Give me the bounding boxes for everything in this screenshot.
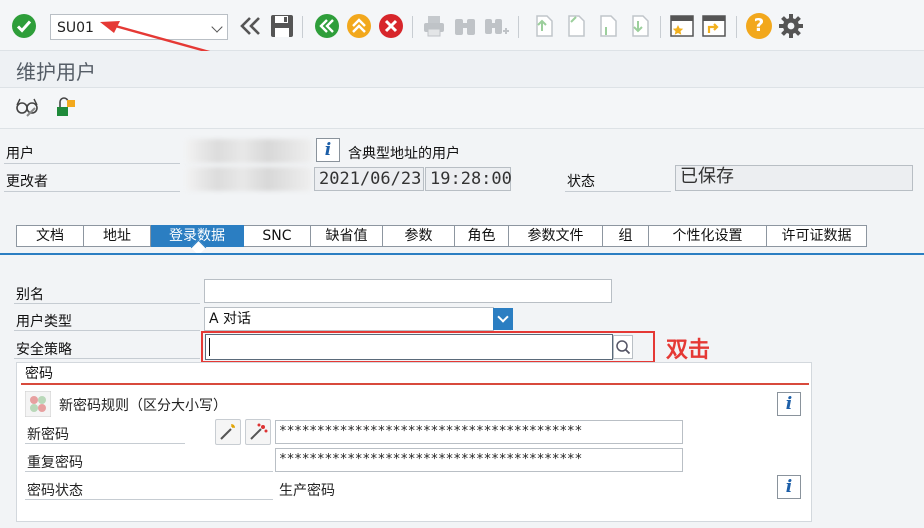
page-title: 维护用户 (16, 60, 96, 84)
password-status-info-button[interactable]: i (777, 475, 801, 499)
tab-roles[interactable]: 角色 (455, 225, 509, 247)
security-policy-label: 安全策略 (16, 342, 72, 358)
changed-by-label: 更改者 (6, 174, 48, 190)
repeat-password-label: 重复密码 (27, 455, 83, 471)
user-description: 含典型地址的用户 (348, 146, 460, 162)
password-status-value: 生产密码 (279, 483, 335, 499)
tab-address[interactable]: 地址 (84, 225, 151, 247)
tab-snc[interactable]: SNC (244, 225, 311, 247)
tab-documentation[interactable]: 文档 (16, 225, 84, 247)
repeat-password-input[interactable]: **************************************** (275, 448, 683, 472)
user-type-dropdown-button[interactable] (493, 308, 513, 330)
changed-by-redacted (186, 167, 312, 191)
info-button[interactable]: i (316, 138, 340, 162)
chevron-down-icon (497, 311, 509, 323)
info-icon: i (785, 477, 793, 497)
annotation-highlight-box (201, 331, 655, 363)
application-toolbar (0, 88, 924, 129)
user-type-select[interactable]: A 对话 (204, 307, 494, 331)
info-icon: i (785, 394, 793, 414)
password-rules-icon[interactable] (25, 391, 51, 417)
lock-unlock-icon[interactable] (53, 96, 77, 118)
password-info-button[interactable]: i (777, 392, 801, 416)
deactivate-password-button[interactable] (245, 419, 271, 445)
new-password-label: 新密码 (27, 427, 69, 443)
tab-defaults[interactable]: 缺省值 (311, 225, 383, 247)
tab-logon-data[interactable]: 登录数据 (151, 225, 244, 247)
info-icon: i (324, 140, 332, 160)
alias-input[interactable] (204, 279, 612, 303)
password-group-title: 密码 (25, 366, 53, 382)
new-password-input[interactable]: **************************************** (275, 420, 683, 444)
tab-license-data[interactable]: 许可证数据 (767, 225, 867, 247)
tab-profiles[interactable]: 参数文件 (509, 225, 603, 247)
tab-parameters[interactable]: 参数 (383, 225, 455, 247)
changed-time: 19:28:00 (425, 167, 512, 191)
user-label: 用户 (6, 146, 34, 162)
changed-date: 2021/06/23 (314, 167, 424, 191)
password-status-label: 密码状态 (27, 483, 83, 499)
status-label: 状态 (567, 174, 595, 190)
title-bar: 维护用户 (0, 51, 924, 88)
user-type-label: 用户类型 (16, 314, 72, 330)
magic-wand-icon (220, 424, 235, 440)
display-change-glasses-icon[interactable] (15, 96, 39, 118)
magic-wand-red-icon (250, 423, 268, 440)
generate-password-button[interactable] (215, 419, 241, 445)
tab-groups[interactable]: 组 (603, 225, 649, 247)
tab-personalization[interactable]: 个性化设置 (649, 225, 767, 247)
password-rules-text: 新密码规则（区分大小写） (59, 398, 227, 414)
user-value-redacted (186, 139, 312, 163)
annotation-double-click-text: 双击 (666, 338, 711, 363)
password-group: 密码 新密码规则（区分大小写） i 新密码 ******************… (16, 362, 812, 522)
alias-label: 别名 (16, 287, 44, 303)
tab-strip: 文档 地址 登录数据 SNC 缺省值 参数 角色 参数文件 组 个性化设置 许可… (16, 225, 867, 247)
status-value: 已保存 (675, 165, 913, 191)
